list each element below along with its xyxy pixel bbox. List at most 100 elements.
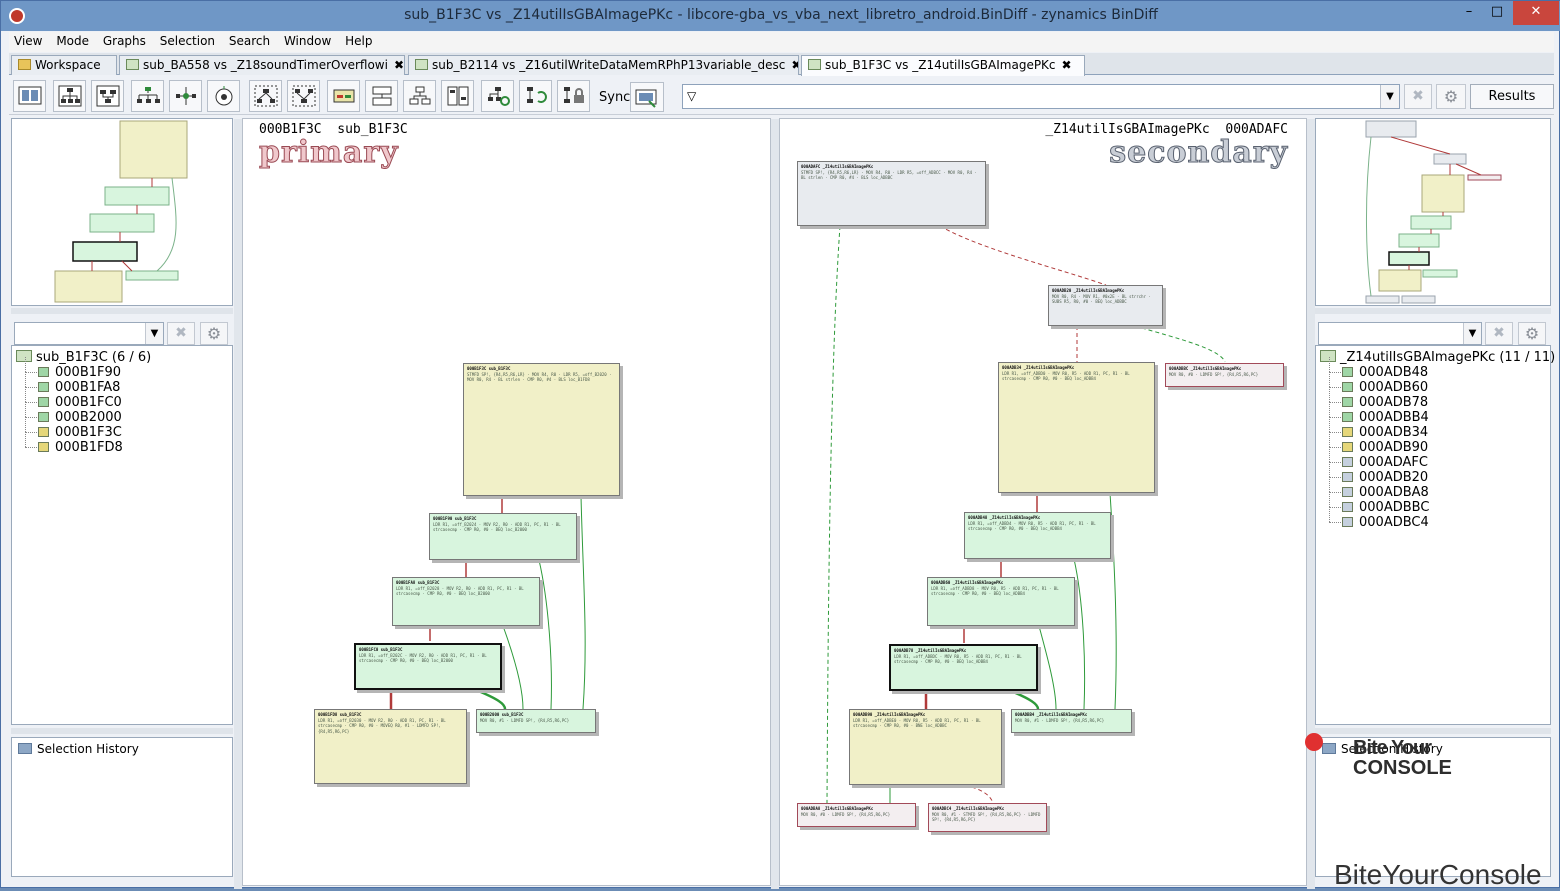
history-icon xyxy=(18,743,32,754)
secondary-block-000ADBBC[interactable]: 000ADBBC _Z14utilIsGBAImagePKc MOV R0, #0… xyxy=(1165,363,1284,387)
side-by-side-button[interactable] xyxy=(441,80,474,112)
tree-item[interactable]: 000ADBBC xyxy=(1320,492,1555,515)
left-splitter-1[interactable] xyxy=(11,308,233,314)
search-combo[interactable]: ▽ ▼ xyxy=(682,84,1400,109)
orthogonal-layout-button[interactable] xyxy=(91,80,124,112)
secondary-clear-filter-button[interactable]: ✖ xyxy=(1485,322,1513,345)
left-splitter-2[interactable] xyxy=(11,728,233,734)
secondary-block-000ADAFC[interactable]: 000ADAFC _Z14utilIsGBAImagePKc STMFD SP!,… xyxy=(797,161,986,226)
tree-item-label: 000ADBBC xyxy=(1359,500,1430,515)
block-body: LDR R1, =off_ADBE0 · MOV R0, R5 · ADD R1… xyxy=(853,717,981,729)
callgraph-icon xyxy=(415,59,428,70)
tree-item[interactable]: 000ADB90 xyxy=(1320,432,1555,455)
primary-block-000B1FA8[interactable]: 000B1FA8 sub_B1F3C LDR R1, =off_B2028 · M… xyxy=(392,577,540,626)
basic-block-icon xyxy=(1342,517,1353,527)
menu-window[interactable]: Window xyxy=(279,32,336,48)
primary-overview-panel[interactable] xyxy=(11,118,233,306)
hierarchic-layout-button[interactable] xyxy=(53,80,86,112)
tree-item[interactable]: 000ADBB4 xyxy=(1320,402,1555,425)
tab-sub-b2114[interactable]: sub_B2114 vs _Z16utilWriteDataMemRPhP13v… xyxy=(408,55,799,75)
secondary-graph-view[interactable]: _Z14utilIsGBAImagePKc 000ADAFC secondary… xyxy=(779,118,1307,886)
right-splitter-1[interactable] xyxy=(1315,308,1551,314)
secondary-block-000ADB90[interactable]: 000ADB90 _Z14utilIsGBAImagePKc LDR R1, =o… xyxy=(849,709,1002,785)
tree-item[interactable]: 000ADB20 xyxy=(1320,462,1555,485)
select-ancestors-button[interactable] xyxy=(249,80,282,112)
primary-clear-filter-button[interactable]: ✖ xyxy=(167,322,195,345)
minimize-button[interactable]: – xyxy=(1455,1,1483,25)
menu-selection[interactable]: Selection xyxy=(155,32,220,48)
tree-item[interactable]: 000B1F90 xyxy=(16,357,151,380)
chevron-down-icon[interactable]: ▼ xyxy=(1463,323,1481,344)
show-flowgraph-button[interactable] xyxy=(365,80,398,112)
secondary-block-000ADB48[interactable]: 000ADB48 _Z14utilIsGBAImagePKc LDR R1, =o… xyxy=(964,512,1111,559)
tree-item[interactable]: 000ADB60 xyxy=(1320,372,1555,395)
clear-search-button[interactable]: ✖ xyxy=(1404,84,1432,109)
menu-mode[interactable]: Mode xyxy=(51,32,94,48)
tab-workspace[interactable]: Workspace xyxy=(11,55,117,75)
tree-item[interactable]: 000B1FA8 xyxy=(16,372,151,395)
chevron-down-icon[interactable]: ▼ xyxy=(145,323,163,344)
menu-search[interactable]: Search xyxy=(224,32,275,48)
primary-graph-view[interactable]: 000B1F3C sub_B1F3C primary 000B1F3C sub_… xyxy=(242,118,771,886)
primary-filter-input[interactable]: ▼ xyxy=(14,322,164,345)
select-successors-button[interactable] xyxy=(287,80,320,112)
close-tab-icon[interactable]: ✖ xyxy=(1062,58,1072,72)
primary-block-000B1F3C[interactable]: 000B1F3C sub_B1F3C STMFD SP!, {R4,R5,R6,L… xyxy=(463,363,620,496)
tab-sub-ba558[interactable]: sub_BA558 vs _Z18soundTimerOverflowi ✖ xyxy=(119,55,405,75)
primary-block-000B2000[interactable]: 000B2000 sub_B1F3C MOV R0, #1 · LDMFD SP!… xyxy=(476,709,596,733)
refresh-layout-button[interactable] xyxy=(519,80,552,112)
lock-layout-button[interactable] xyxy=(557,80,590,112)
chevron-down-icon[interactable]: ▼ xyxy=(1380,85,1399,108)
menu-graphs[interactable]: Graphs xyxy=(98,32,151,48)
basic-block-icon xyxy=(38,397,49,407)
secondary-block-000ADB78[interactable]: 000ADB78 _Z14utilIsGBAImagePKc LDR R1, =o… xyxy=(889,644,1038,691)
tree-item[interactable]: 000ADAFC xyxy=(1320,447,1555,470)
tree-item[interactable]: 000ADB48 xyxy=(1320,357,1555,380)
secondary-block-000ADB60[interactable]: 000ADB60 _Z14utilIsGBAImagePKc LDR R1, =o… xyxy=(927,577,1075,626)
secondary-block-000ADB20[interactable]: 000ADB20 _Z14utilIsGBAImagePKc MOV R0, R4… xyxy=(1048,285,1163,326)
primary-filter-settings-button[interactable]: ⚙ xyxy=(200,322,228,345)
results-button[interactable]: Results xyxy=(1470,84,1554,109)
secondary-block-000ADBC4[interactable]: 000ADBC4 _Z14utilIsGBAImagePKc MOV R0, #1… xyxy=(928,803,1047,832)
proximity-browsing-button[interactable] xyxy=(169,80,202,112)
secondary-filter-input[interactable]: ▼ xyxy=(1318,322,1482,345)
toggle-view-button[interactable] xyxy=(13,80,46,112)
tree-item[interactable]: 000ADBA8 xyxy=(1320,477,1555,500)
tree-root[interactable]: _Z14utilIsGBAImagePKc (11 / 11) xyxy=(1320,350,1555,365)
tree-item[interactable]: 000B2000 xyxy=(16,402,151,425)
close-tab-icon[interactable]: ✖ xyxy=(791,58,798,72)
tree-item[interactable]: 000ADB34 xyxy=(1320,417,1555,440)
tree-item[interactable]: 000B1FD8 xyxy=(16,432,151,455)
primary-block-000B1FD8[interactable]: 000B1FD8 sub_B1F3C LDR R1, =off_B2030 · M… xyxy=(314,709,467,784)
menu-view[interactable]: View xyxy=(9,32,47,48)
tree-item[interactable]: 000B1FC0 xyxy=(16,387,151,410)
tab-sub-b1f3c[interactable]: sub_B1F3C vs _Z14utilIsGBAImagePKc ✖ xyxy=(801,55,1085,76)
secondary-block-000ADBB4[interactable]: 000ADBB4 _Z14utilIsGBAImagePKc MOV R0, #1… xyxy=(1011,709,1132,733)
tree-item[interactable]: 000ADBC4 xyxy=(1320,507,1555,530)
circular-layout-button[interactable] xyxy=(131,80,164,112)
close-tab-icon[interactable]: ✖ xyxy=(394,58,404,72)
tree-item-label: 000ADB60 xyxy=(1359,380,1429,395)
primary-block-000B1FC0[interactable]: 000B1FC0 sub_B1F3C LDR R1, =off_B202C · M… xyxy=(354,643,502,690)
primary-block-000B1F90[interactable]: 000B1F90 sub_B1F3C LDR R1, =off_B2024 · M… xyxy=(429,513,577,560)
zoom-to-selection-button[interactable] xyxy=(207,80,240,112)
auto-layout-button[interactable] xyxy=(481,80,514,112)
maximize-button[interactable]: □ xyxy=(1483,1,1511,25)
sync-icon xyxy=(635,89,657,108)
close-window-button[interactable]: ✕ xyxy=(1513,1,1559,25)
secondary-block-000ADB34[interactable]: 000ADB34 _Z14utilIsGBAImagePKc LDR R1, =o… xyxy=(998,362,1155,493)
tree-item[interactable]: 000B1F3C xyxy=(16,417,151,440)
tree-root[interactable]: sub_B1F3C (6 / 6) xyxy=(16,350,151,365)
menu-help[interactable]: Help xyxy=(340,32,377,48)
show-callgraph-button[interactable] xyxy=(403,80,436,112)
show-instructions-button[interactable] xyxy=(327,80,360,112)
secondary-block-000ADBA8[interactable]: 000ADBA8 _Z14utilIsGBAImagePKc MOV R0, #0… xyxy=(797,803,916,827)
tree-item[interactable]: 000ADB78 xyxy=(1320,387,1555,410)
left-vertical-splitter[interactable] xyxy=(234,119,242,889)
secondary-filter-settings-button[interactable]: ⚙ xyxy=(1518,322,1546,345)
center-vertical-splitter[interactable] xyxy=(771,119,779,889)
sync-button[interactable] xyxy=(630,82,664,112)
selection-history[interactable]: Selection History xyxy=(18,742,139,756)
secondary-overview-panel[interactable] xyxy=(1315,118,1551,306)
search-settings-button[interactable]: ⚙ xyxy=(1436,84,1466,109)
